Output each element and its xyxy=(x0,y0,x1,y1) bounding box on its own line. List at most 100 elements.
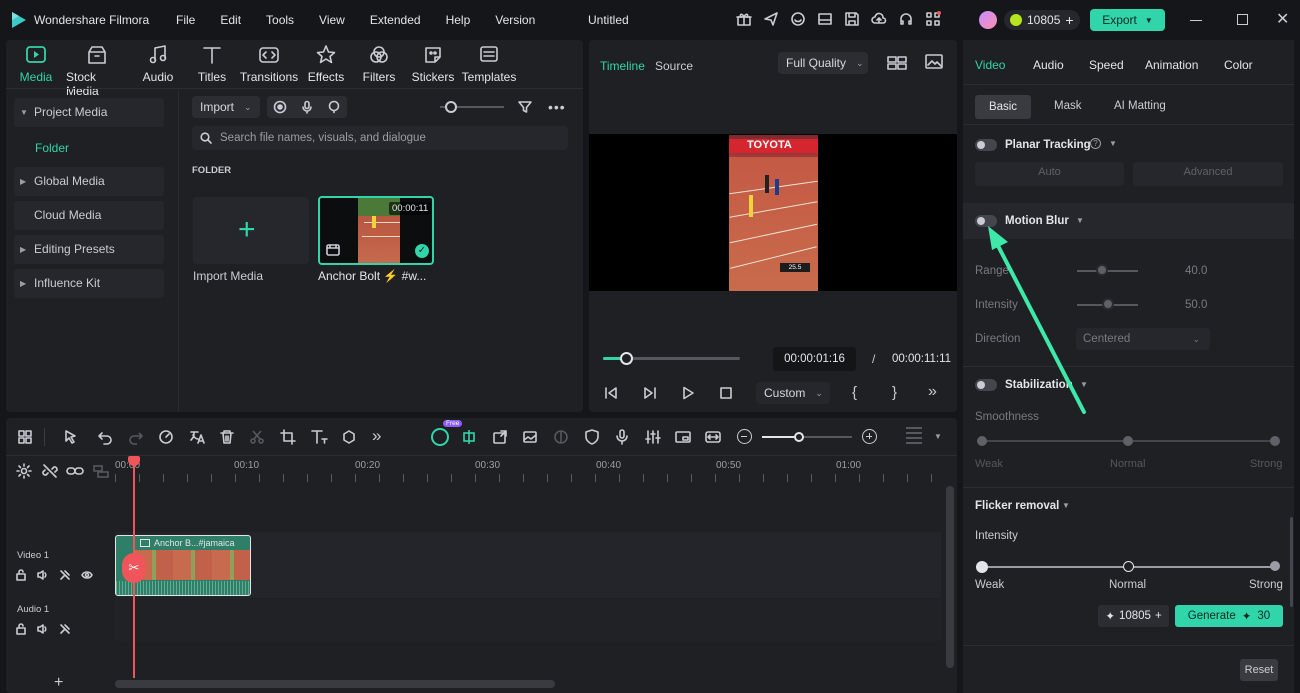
export-button[interactable]: Export ▼ xyxy=(1090,9,1165,31)
menu-edit[interactable]: Edit xyxy=(220,13,241,27)
timeline-zoom-knob[interactable] xyxy=(794,432,804,442)
speed-ramp-icon[interactable] xyxy=(158,429,174,445)
caret-down-icon[interactable]: ▼ xyxy=(1109,139,1117,148)
menu-version[interactable]: Version xyxy=(495,13,535,27)
chevron-down-icon[interactable]: ▼ xyxy=(934,432,942,441)
maximize-icon[interactable] xyxy=(1237,14,1248,25)
scissors-icon[interactable] xyxy=(249,429,265,445)
subtab-mask[interactable]: Mask xyxy=(1054,100,1081,112)
planar-tracking-toggle[interactable] xyxy=(975,139,997,151)
menu-tools[interactable]: Tools xyxy=(266,13,294,27)
tab-transitions[interactable]: Transitions xyxy=(238,44,300,84)
sidebar-item-cloud-media[interactable]: Cloud Media xyxy=(14,201,164,230)
credits-badge[interactable]: 10805 + xyxy=(1004,10,1080,30)
shield-icon[interactable] xyxy=(584,429,600,445)
previous-frame-icon[interactable] xyxy=(604,386,618,400)
subtab-ai-matting[interactable]: AI Matting xyxy=(1114,100,1166,112)
zoom-dropdown[interactable]: Custom ⌄ xyxy=(756,382,830,404)
delete-icon[interactable] xyxy=(219,429,235,445)
volume-icon[interactable] xyxy=(37,623,49,635)
media-clip-thumbnail[interactable]: 00:00:11 ✓ xyxy=(318,196,434,265)
record-screen-icon[interactable] xyxy=(273,100,287,114)
gift-icon[interactable] xyxy=(736,11,752,27)
thumb-size-knob[interactable] xyxy=(445,101,457,113)
quality-dropdown[interactable]: Full Quality ⌄ xyxy=(778,52,868,74)
sidebar-item-influence-kit[interactable]: ▶ Influence Kit xyxy=(14,269,164,298)
voiceover-icon[interactable] xyxy=(327,100,341,114)
volume-icon[interactable] xyxy=(37,569,49,581)
filter-icon[interactable] xyxy=(517,99,533,115)
crop-icon[interactable] xyxy=(280,429,296,445)
play-icon[interactable] xyxy=(681,386,695,400)
advanced-track-button[interactable]: Advanced xyxy=(1133,162,1283,186)
snapshot-icon[interactable] xyxy=(925,54,943,70)
menu-file[interactable]: File xyxy=(176,13,195,27)
ai-copilot-icon[interactable] xyxy=(431,428,449,446)
apps-grid-icon[interactable] xyxy=(925,11,941,27)
zoom-out-icon[interactable] xyxy=(737,429,752,444)
lock-icon[interactable] xyxy=(15,569,27,581)
undo-icon[interactable] xyxy=(97,429,113,445)
auto-sync-icon[interactable] xyxy=(461,429,477,445)
blur-intensity-value[interactable]: 50.0 xyxy=(1185,299,1207,311)
unlink-icon[interactable] xyxy=(42,463,58,479)
ai-assistant-icon[interactable] xyxy=(790,11,806,27)
layout-grid-icon[interactable] xyxy=(17,429,33,445)
menu-help[interactable]: Help xyxy=(446,13,471,27)
current-time[interactable]: 00:00:01:16 xyxy=(773,347,856,371)
tab-video[interactable]: Video xyxy=(975,58,1005,72)
tab-titles[interactable]: Titles xyxy=(181,44,243,84)
tab-color[interactable]: Color xyxy=(1224,58,1253,72)
tab-audio[interactable]: Audio xyxy=(127,44,189,84)
audio-mixer-icon[interactable] xyxy=(645,429,661,445)
more-tools-icon[interactable]: » xyxy=(372,426,381,446)
menu-view[interactable]: View xyxy=(319,13,345,27)
split-scissors-icon[interactable]: ✂ xyxy=(122,553,146,583)
add-track-icon[interactable]: + xyxy=(54,674,63,692)
timeline-horizontal-scrollbar[interactable] xyxy=(115,680,555,688)
more-controls-icon[interactable]: » xyxy=(928,383,937,401)
save-icon[interactable] xyxy=(844,11,860,27)
color-match-icon[interactable] xyxy=(553,429,569,445)
direction-dropdown[interactable]: Centered ⌄ xyxy=(1076,328,1210,350)
microphone-icon[interactable] xyxy=(300,100,314,114)
menu-extended[interactable]: Extended xyxy=(370,13,421,27)
redo-icon[interactable] xyxy=(128,429,144,445)
import-dropdown[interactable]: Import ⌄ xyxy=(192,96,260,118)
tab-filters[interactable]: Filters xyxy=(348,44,410,84)
timeline-zoom-slider[interactable] xyxy=(762,436,852,438)
blur-intensity-knob[interactable] xyxy=(1102,298,1114,310)
import-media-tile[interactable]: + xyxy=(193,197,309,264)
picture-in-picture-icon[interactable] xyxy=(675,429,691,445)
stretch-icon[interactable] xyxy=(705,429,721,445)
caret-down-icon[interactable]: ▼ xyxy=(1062,501,1070,510)
mark-out-icon[interactable]: } xyxy=(892,384,897,401)
sidebar-item-folder[interactable]: Folder xyxy=(35,141,69,155)
properties-scrollbar[interactable] xyxy=(1290,517,1293,607)
tab-speed[interactable]: Speed xyxy=(1089,58,1124,72)
link-icon[interactable] xyxy=(66,463,84,479)
headset-icon[interactable] xyxy=(898,11,914,27)
export-clip-icon[interactable] xyxy=(492,429,508,445)
flicker-intensity-knob[interactable] xyxy=(976,561,988,573)
lock-icon[interactable] xyxy=(15,623,27,635)
help-icon[interactable]: ? xyxy=(1090,138,1101,149)
sidebar-item-global-media[interactable]: ▶ Global Media xyxy=(14,167,164,196)
text-tool-icon[interactable] xyxy=(310,429,328,445)
tab-animation[interactable]: Animation xyxy=(1145,58,1198,72)
cloud-upload-icon[interactable] xyxy=(871,11,887,27)
subtab-basic[interactable]: Basic xyxy=(975,95,1031,119)
grid-view-icon[interactable] xyxy=(887,56,907,70)
microphone-record-icon[interactable] xyxy=(614,429,630,445)
mute-effects-icon[interactable] xyxy=(59,623,71,635)
tab-source[interactable]: Source xyxy=(655,59,693,73)
credits-button[interactable]: ✦ 10805 + xyxy=(1098,605,1169,627)
search-input[interactable]: Search file names, visuals, and dialogue xyxy=(192,126,568,150)
tab-timeline[interactable]: Timeline xyxy=(600,59,645,73)
close-icon[interactable]: ✕ xyxy=(1276,9,1289,29)
reset-button[interactable]: Reset xyxy=(1240,659,1278,681)
next-frame-icon[interactable] xyxy=(643,386,657,400)
range-slider-knob[interactable] xyxy=(1096,264,1108,276)
mark-in-icon[interactable]: { xyxy=(852,384,857,401)
translate-icon[interactable] xyxy=(189,429,205,445)
